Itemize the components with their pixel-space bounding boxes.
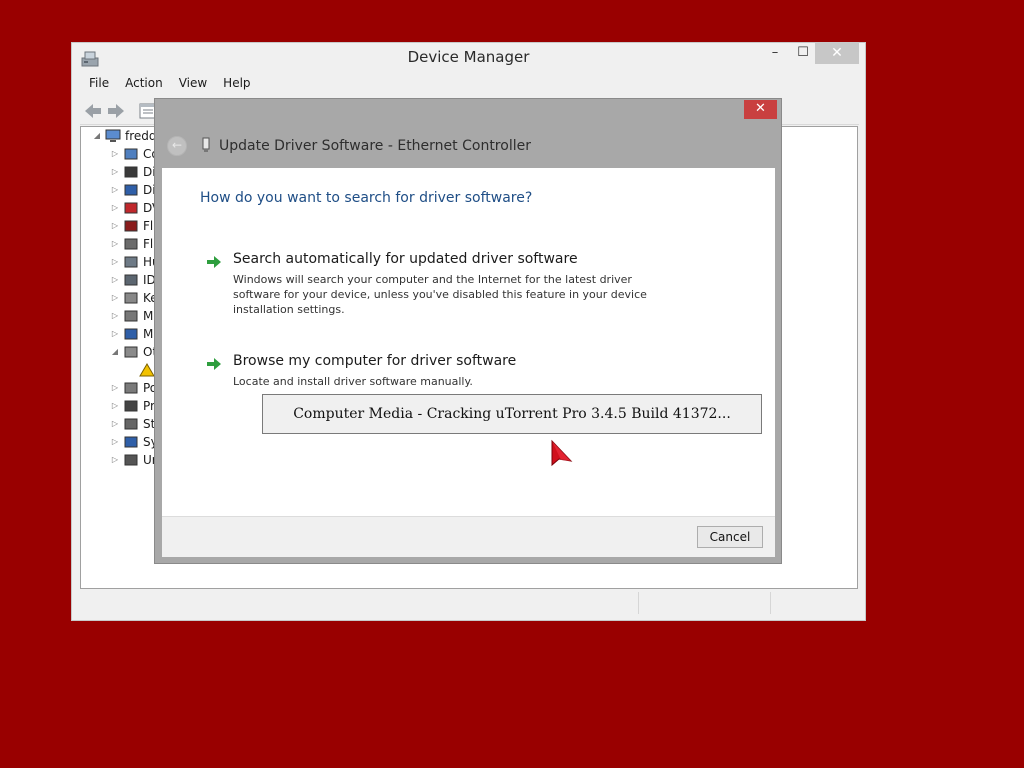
expand-arrow-icon[interactable]: ▷ [109,397,121,415]
mouse-icon [124,310,138,322]
forward-arrow-icon[interactable] [106,102,126,120]
monitor-icon [124,328,138,340]
unknown-device-icon [139,363,155,377]
expand-arrow-icon[interactable]: ▷ [109,145,121,163]
usb-icon [124,454,138,466]
back-arrow-icon[interactable]: ← [167,136,187,156]
expand-arrow-icon[interactable]: ▷ [109,217,121,235]
option-title: Browse my computer for driver software [233,353,517,369]
green-arrow-icon [207,256,221,268]
tree-item-label: M [143,309,154,323]
dvd-drive-icon [124,202,138,214]
expand-arrow-icon[interactable]: ▷ [109,253,121,271]
tree-item-label: Fl [143,237,154,251]
expand-arrow-icon[interactable]: ▷ [109,199,121,217]
keyboard-icon [124,292,138,304]
floppy-controller-icon [124,220,138,232]
close-button[interactable]: ✕ [815,43,859,64]
display-adapter-icon [124,184,138,196]
expand-arrow-icon[interactable]: ▷ [109,451,121,469]
floppy-drive-icon [124,238,138,250]
maximize-button[interactable]: ☐ [790,43,816,64]
menu-view[interactable]: View [170,74,214,90]
collapse-arrow-icon[interactable]: ◢ [91,127,103,145]
computer-icon [105,129,121,142]
tree-item-label: M [143,327,154,341]
dialog-footer: Cancel [162,516,775,557]
mouse-cursor-icon [551,439,573,467]
storage-controller-icon [124,418,138,430]
expand-arrow-icon[interactable]: ▷ [109,235,121,253]
processor-icon [124,400,138,412]
option-title: Search automatically for updated driver … [233,251,578,267]
tree-item-label: Fl [143,219,154,233]
menu-file[interactable]: File [80,74,116,90]
dialog-content: How do you want to search for driver sof… [162,168,775,516]
tree-root-label: fredd [125,129,157,143]
expand-arrow-icon[interactable]: ▷ [109,307,121,325]
status-bar [80,592,858,614]
title-bar[interactable]: Device Manager – ☐ ✕ [72,43,865,73]
option-description: Locate and install driver software manua… [233,375,473,388]
disk-drive-icon [124,166,138,178]
dialog-question: How do you want to search for driver sof… [200,190,533,206]
search-automatically-option[interactable]: Search automatically for updated driver … [206,251,706,317]
green-arrow-icon [207,358,221,370]
option-description: Windows will search your computer and th… [233,273,647,316]
expand-arrow-icon[interactable]: ▷ [109,325,121,343]
expand-arrow-icon[interactable]: ▷ [109,163,121,181]
ports-icon [124,382,138,394]
status-segment [770,592,859,614]
minimize-button[interactable]: – [762,43,788,64]
browse-computer-option[interactable]: Browse my computer for driver software L… [206,353,706,389]
other-devices-icon [124,346,138,358]
expand-arrow-icon[interactable]: ▷ [109,415,121,433]
overlay-caption: Computer Media - Cracking uTorrent Pro 3… [262,394,762,434]
hid-icon [124,256,138,268]
expand-arrow-icon[interactable]: ▷ [109,271,121,289]
expand-arrow-icon[interactable]: ▷ [109,181,121,199]
menu-bar: File Action View Help [80,74,258,96]
dialog-close-button[interactable]: ✕ [744,100,777,119]
expand-arrow-icon[interactable]: ▷ [109,433,121,451]
window-title: Device Manager [407,48,530,66]
dialog-title: Update Driver Software - Ethernet Contro… [219,138,531,154]
expand-arrow-icon[interactable]: ▷ [109,289,121,307]
ide-controller-icon [124,274,138,286]
update-driver-dialog: ✕ ← Update Driver Software - Ethernet Co… [154,98,782,564]
dialog-header: ← Update Driver Software - Ethernet Cont… [162,129,775,167]
computer-icon [124,148,138,160]
cancel-button[interactable]: Cancel [697,526,763,548]
menu-action[interactable]: Action [116,74,170,90]
back-arrow-icon[interactable] [83,102,103,120]
system-devices-icon [124,436,138,448]
menu-help[interactable]: Help [214,74,257,90]
collapse-arrow-icon[interactable]: ◢ [109,343,121,361]
network-adapter-icon [202,137,210,152]
status-segment [638,592,769,614]
expand-arrow-icon[interactable]: ▷ [109,379,121,397]
